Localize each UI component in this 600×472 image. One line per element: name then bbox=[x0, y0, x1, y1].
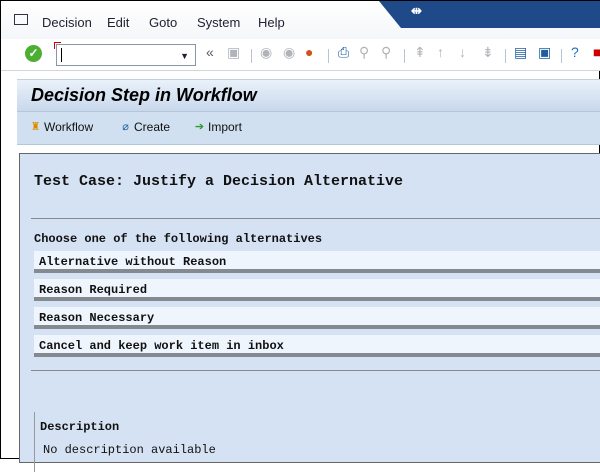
test-case-heading: Test Case: Justify a Decision Alternativ… bbox=[34, 173, 404, 190]
description-box: Description No description available bbox=[34, 412, 600, 472]
create-button[interactable]: ⌀ Create bbox=[119, 120, 170, 134]
description-label: Description bbox=[40, 420, 120, 434]
find-next-icon[interactable]: ⚲ bbox=[381, 44, 391, 61]
import-icon: ➔ bbox=[194, 120, 205, 133]
menu-edit[interactable]: Edit bbox=[107, 15, 129, 30]
dropdown-arrow-icon[interactable]: ▼ bbox=[180, 51, 189, 61]
back-icon[interactable]: ◉ bbox=[260, 44, 272, 61]
last-page-icon[interactable]: ⇟ bbox=[482, 44, 494, 61]
find-icon[interactable]: ⚲ bbox=[359, 44, 369, 61]
reason-required-button[interactable]: Reason Required bbox=[34, 279, 600, 301]
import-label: Import bbox=[208, 120, 243, 134]
menu-icon[interactable] bbox=[14, 14, 28, 25]
layout-icon[interactable]: ■ bbox=[593, 44, 600, 60]
command-field[interactable]: ▼ bbox=[54, 42, 196, 66]
choose-prompt: Choose one of the following alternatives bbox=[34, 232, 323, 246]
create-label: Create bbox=[134, 120, 171, 134]
standard-toolbar: ✓ ▼ « ▣ ◉ ◉ ● ⎙ ⚲ ⚲ ⇞ ↑ ↓ ⇟ ▤ ▣ ? ■ bbox=[1, 39, 600, 71]
create-session-icon[interactable]: ▤ bbox=[514, 44, 527, 61]
shortcut-icon[interactable]: ▣ bbox=[538, 44, 551, 61]
reason-necessary-button[interactable]: Reason Necessary bbox=[34, 307, 600, 329]
print-icon[interactable]: ⎙ bbox=[338, 44, 349, 61]
enter-icon[interactable]: ✓ bbox=[25, 45, 42, 62]
description-text: No description available bbox=[43, 443, 216, 457]
cancel-keep-in-inbox-button[interactable]: Cancel and keep work item in inbox bbox=[34, 335, 600, 357]
workflow-button[interactable]: ♜ Workflow bbox=[29, 120, 94, 134]
application-toolbar: ♜ Workflow ⌀ Create ➔ Import bbox=[17, 111, 600, 145]
menu-system[interactable]: System bbox=[197, 15, 240, 30]
first-page-icon[interactable]: ⇞ bbox=[414, 44, 426, 61]
resize-icon[interactable]: ⇹ bbox=[411, 3, 422, 19]
divider bbox=[31, 218, 600, 219]
paperclip-icon: ⌀ bbox=[122, 120, 129, 133]
collapse-icon[interactable]: « bbox=[206, 44, 214, 60]
menu-help[interactable]: Help bbox=[258, 15, 285, 30]
menu-bar: Decision Edit Goto System Help ⇹ bbox=[1, 1, 600, 39]
title-bar: Decision Step in Workflow bbox=[17, 79, 600, 111]
workflow-label: Workflow bbox=[44, 120, 94, 134]
workflow-icon: ♜ bbox=[30, 120, 41, 133]
decision-panel: Test Case: Justify a Decision Alternativ… bbox=[19, 153, 600, 472]
menu-goto[interactable]: Goto bbox=[149, 15, 177, 30]
previous-page-icon[interactable]: ↑ bbox=[437, 44, 444, 60]
alternative-without-reason-button[interactable]: Alternative without Reason bbox=[34, 251, 600, 273]
page-title: Decision Step in Workflow bbox=[31, 85, 257, 105]
next-page-icon[interactable]: ↓ bbox=[459, 44, 466, 60]
window-controls-tab: ⇹ bbox=[379, 1, 600, 28]
help-icon[interactable]: ? bbox=[571, 44, 579, 60]
divider bbox=[31, 370, 600, 371]
exit-icon[interactable]: ◉ bbox=[283, 44, 295, 61]
menu-decision[interactable]: Decision bbox=[42, 15, 92, 30]
save-icon[interactable]: ▣ bbox=[227, 44, 240, 61]
cancel-icon[interactable]: ● bbox=[305, 44, 313, 60]
import-button[interactable]: ➔ Import bbox=[193, 120, 242, 134]
